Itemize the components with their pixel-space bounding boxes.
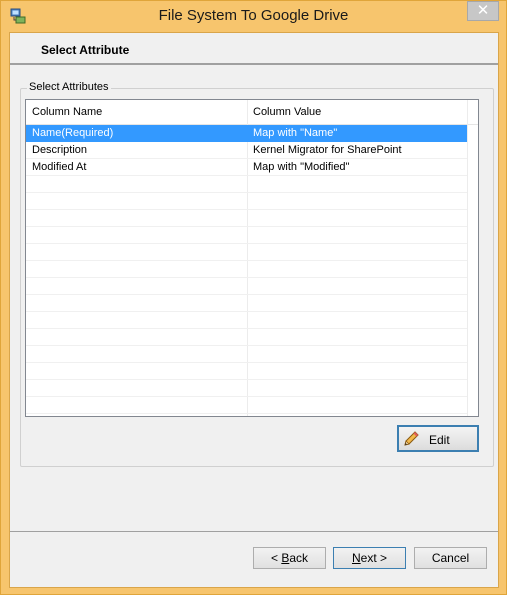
table-row[interactable]: Modified At Map with "Modified" <box>26 159 467 176</box>
empty-row <box>26 278 467 295</box>
page-title: Select Attribute <box>41 43 130 57</box>
empty-row <box>26 176 467 193</box>
wizard-header: Select Attribute <box>10 33 498 65</box>
back-button[interactable]: < Back <box>253 547 326 569</box>
close-icon: ✕ <box>476 2 490 19</box>
empty-row <box>26 363 467 380</box>
column-separator <box>467 100 468 416</box>
column-header-value[interactable]: Column Value <box>253 106 321 118</box>
pencil-icon <box>404 431 419 446</box>
table-row[interactable]: Description Kernel Migrator for SharePoi… <box>26 142 467 159</box>
cell-column-value: Kernel Migrator for SharePoint <box>253 144 402 156</box>
empty-row <box>26 397 467 414</box>
empty-row <box>26 329 467 346</box>
edit-button-label: Edit <box>429 433 450 447</box>
header-divider <box>10 63 498 65</box>
table-row[interactable]: Name(Required) Map with "Name" <box>26 125 467 142</box>
empty-row <box>26 346 467 363</box>
cell-column-value: Map with "Name" <box>253 127 338 139</box>
cell-column-value: Map with "Modified" <box>253 161 350 173</box>
cancel-button[interactable]: Cancel <box>414 547 487 569</box>
empty-row <box>26 244 467 261</box>
wizard-panel: Select Attribute Select Attributes Colum… <box>9 32 499 588</box>
empty-row <box>26 312 467 329</box>
cell-column-name: Name(Required) <box>32 127 114 139</box>
empty-row <box>26 210 467 227</box>
close-button[interactable]: ✕ <box>467 1 499 21</box>
empty-row <box>26 261 467 278</box>
window-title: File System To Google Drive <box>158 7 349 24</box>
group-label: Select Attributes <box>27 81 111 93</box>
empty-row <box>26 295 467 312</box>
attributes-grid[interactable]: Column Name Column Value Name(Required) … <box>25 99 479 417</box>
footer-divider <box>10 531 498 532</box>
title-bar[interactable]: File System To Google Drive ✕ <box>1 1 506 31</box>
empty-row <box>26 227 467 244</box>
empty-row <box>26 193 467 210</box>
cell-column-name: Description <box>32 144 88 156</box>
empty-row <box>26 380 467 397</box>
edit-button[interactable]: Edit <box>397 425 479 452</box>
cell-column-name: Modified At <box>32 161 87 173</box>
app-window: File System To Google Drive ✕ Select Att… <box>0 0 507 595</box>
column-header-name[interactable]: Column Name <box>32 106 102 118</box>
next-button[interactable]: Next > <box>333 547 406 569</box>
grid-header: Column Name Column Value <box>26 100 478 125</box>
